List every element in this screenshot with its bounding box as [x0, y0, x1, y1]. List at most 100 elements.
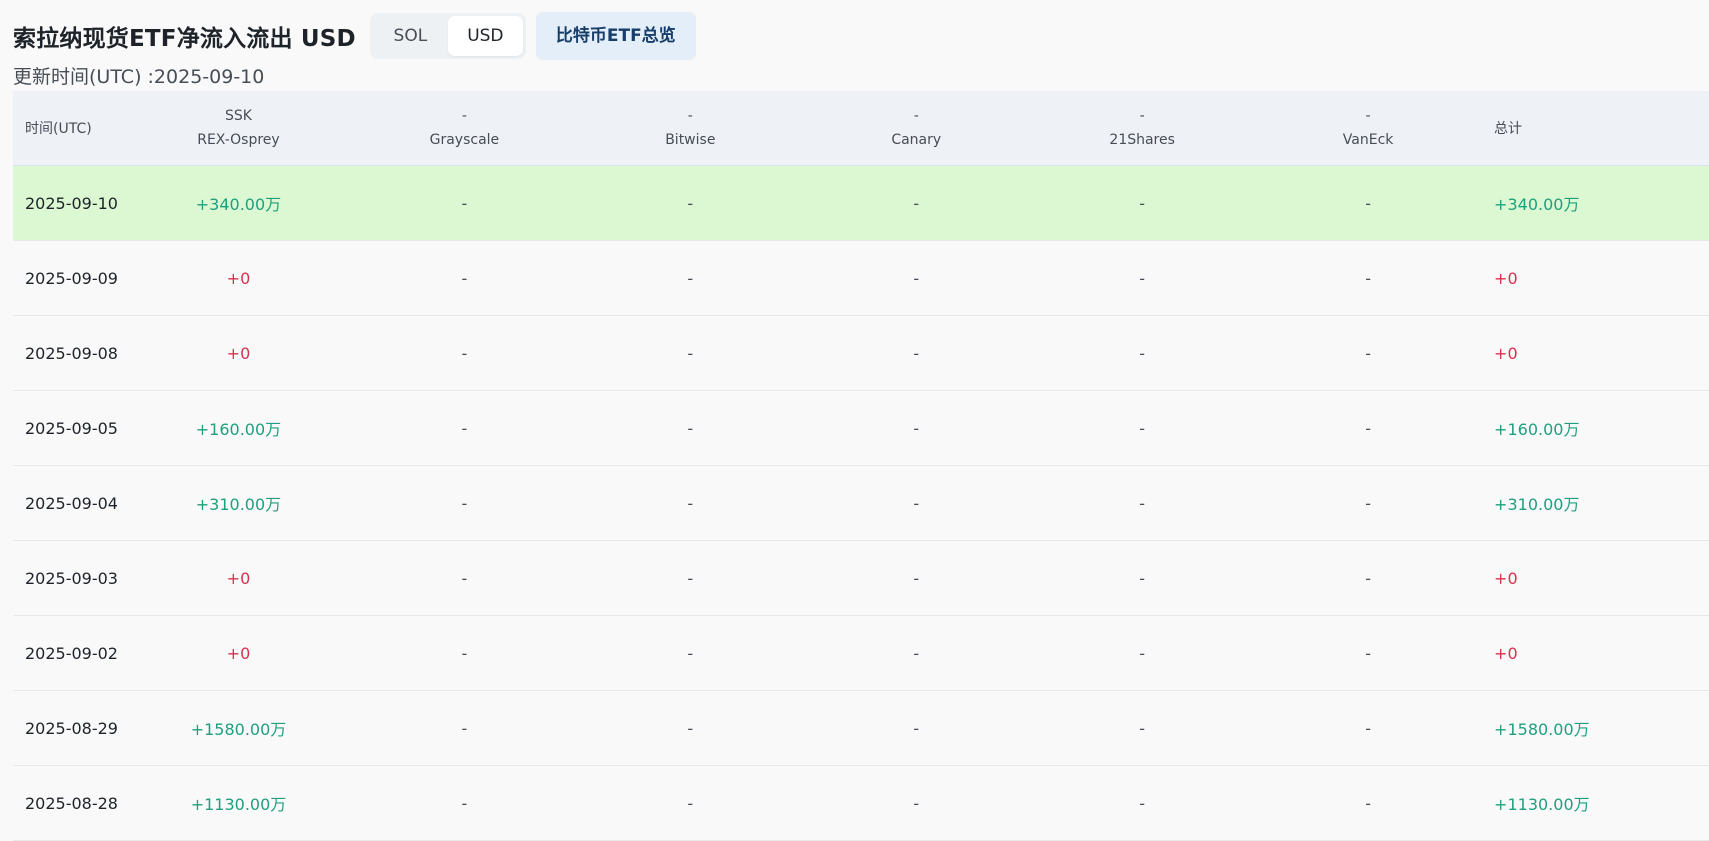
- cell-flow: -: [1139, 793, 1146, 813]
- cell-flow: -: [913, 343, 920, 363]
- cell-flow: -: [687, 343, 694, 363]
- cell-flow: -: [913, 193, 920, 213]
- cell-flow: -: [1365, 568, 1371, 588]
- cell-flow: -: [913, 493, 920, 513]
- cell-date: 2025-09-02: [25, 643, 118, 663]
- page-header: 索拉纳现货ETF净流入流出 USD SOL USD 比特币ETF总览: [13, 12, 696, 60]
- cell-date: 2025-08-29: [25, 718, 118, 738]
- cell-date: 2025-09-09: [25, 268, 118, 288]
- table-row: 2025-08-29 +1580.00万 - - - - - +1580.00万: [13, 691, 1709, 766]
- cell-flow: -: [461, 793, 468, 813]
- cell-flow: +0: [226, 268, 251, 288]
- cell-flow: -: [1139, 493, 1146, 513]
- cell-flow: -: [1365, 193, 1371, 213]
- cell-flow: -: [1139, 193, 1146, 213]
- header-provider: SSK REX-Osprey: [126, 105, 352, 151]
- cell-total: +160.00万: [1494, 420, 1580, 439]
- cell-flow: +0: [226, 643, 251, 663]
- cell-total: +340.00万: [1494, 195, 1580, 214]
- cell-flow: +1130.00万: [190, 795, 287, 814]
- cell-flow: -: [687, 718, 694, 738]
- provider-issuer: 21Shares: [1109, 132, 1175, 148]
- table-row: 2025-09-10 +340.00万 - - - - - +340.00万: [13, 166, 1709, 241]
- table-row: 2025-09-04 +310.00万 - - - - - +310.00万: [13, 466, 1709, 541]
- header-provider: - Grayscale: [351, 105, 577, 151]
- bitcoin-etf-overview-button[interactable]: 比特币ETF总览: [535, 12, 696, 60]
- cell-flow: +0: [226, 343, 251, 363]
- cell-total: +0: [1494, 268, 1518, 288]
- toggle-usd[interactable]: USD: [447, 16, 523, 56]
- cell-flow: -: [687, 418, 694, 438]
- page-title: 索拉纳现货ETF净流入流出 USD: [13, 26, 356, 52]
- table-row: 2025-09-03 +0 - - - - - +0: [13, 541, 1709, 616]
- cell-flow: +310.00万: [195, 495, 282, 514]
- cell-total: +0: [1494, 568, 1518, 588]
- provider-ticker: -: [1139, 108, 1145, 124]
- cell-flow: -: [687, 568, 694, 588]
- cell-date: 2025-09-08: [25, 343, 118, 363]
- table-row: 2025-09-08 +0 - - - - - +0: [13, 316, 1709, 391]
- provider-ticker: -: [461, 108, 467, 124]
- cell-total: +1130.00万: [1494, 795, 1590, 814]
- cell-flow: -: [461, 193, 468, 213]
- cell-total: +0: [1494, 643, 1518, 663]
- cell-date: 2025-09-03: [25, 568, 118, 588]
- cell-flow: +340.00万: [195, 195, 282, 214]
- cell-flow: -: [461, 568, 468, 588]
- cell-flow: -: [913, 793, 920, 813]
- provider-issuer: VanEck: [1342, 132, 1394, 148]
- cell-flow: -: [1365, 268, 1371, 288]
- cell-flow: -: [461, 493, 468, 513]
- etf-flow-table: 时间(UTC) SSK REX-Osprey - Grayscale - Bit…: [13, 91, 1709, 841]
- cell-total: +310.00万: [1494, 495, 1580, 514]
- header-total: 总计: [1494, 121, 1523, 137]
- cell-flow: -: [1365, 793, 1371, 813]
- cell-date: 2025-08-28: [25, 793, 118, 813]
- cell-flow: -: [461, 718, 468, 738]
- cell-flow: -: [1139, 568, 1146, 588]
- cell-flow: -: [913, 568, 920, 588]
- cell-flow: +1580.00万: [190, 720, 287, 739]
- cell-flow: -: [1139, 268, 1146, 288]
- provider-ticker: SSK: [224, 108, 252, 124]
- table-row: 2025-09-05 +160.00万 - - - - - +160.00万: [13, 391, 1709, 466]
- provider-ticker: -: [913, 108, 919, 124]
- cell-flow: +0: [226, 568, 251, 588]
- header-provider: - Canary: [803, 105, 1029, 151]
- cell-flow: -: [1139, 343, 1146, 363]
- update-time: 更新时间(UTC) :2025-09-10: [13, 66, 265, 88]
- cell-flow: -: [1365, 493, 1371, 513]
- provider-issuer: Bitwise: [665, 132, 716, 148]
- cell-flow: -: [913, 268, 920, 288]
- cell-flow: -: [461, 643, 468, 663]
- cell-date: 2025-09-10: [25, 193, 118, 213]
- cell-flow: -: [461, 418, 468, 438]
- header-provider: - 21Shares: [1029, 105, 1255, 151]
- cell-flow: -: [687, 193, 694, 213]
- cell-total: +1580.00万: [1494, 720, 1590, 739]
- cell-flow: -: [1365, 718, 1371, 738]
- toggle-sol[interactable]: SOL: [373, 16, 448, 56]
- table-row: 2025-09-02 +0 - - - - - +0: [13, 616, 1709, 691]
- provider-issuer: REX-Osprey: [197, 132, 280, 148]
- cell-total: +0: [1494, 343, 1518, 363]
- table-body: 2025-09-10 +340.00万 - - - - - +340.00万 2025-09-0…: [13, 166, 1709, 841]
- cell-flow: -: [1365, 343, 1371, 363]
- provider-ticker: -: [1365, 108, 1371, 124]
- table-row: 2025-08-28 +1130.00万 - - - - - +1130.00万: [13, 766, 1709, 841]
- cell-flow: -: [461, 268, 468, 288]
- currency-toggle: SOL USD: [369, 13, 526, 59]
- cell-flow: +160.00万: [195, 420, 282, 439]
- cell-flow: -: [913, 418, 920, 438]
- cell-flow: -: [913, 643, 920, 663]
- provider-issuer: Canary: [891, 132, 942, 148]
- header-provider: - VanEck: [1255, 105, 1481, 151]
- provider-issuer: Grayscale: [429, 132, 500, 148]
- cell-flow: -: [687, 793, 694, 813]
- cell-flow: -: [913, 718, 920, 738]
- cell-flow: -: [1139, 418, 1146, 438]
- header-date: 时间(UTC): [25, 121, 92, 137]
- table-row: 2025-09-09 +0 - - - - - +0: [13, 241, 1709, 316]
- cell-flow: -: [687, 268, 694, 288]
- cell-flow: -: [687, 493, 694, 513]
